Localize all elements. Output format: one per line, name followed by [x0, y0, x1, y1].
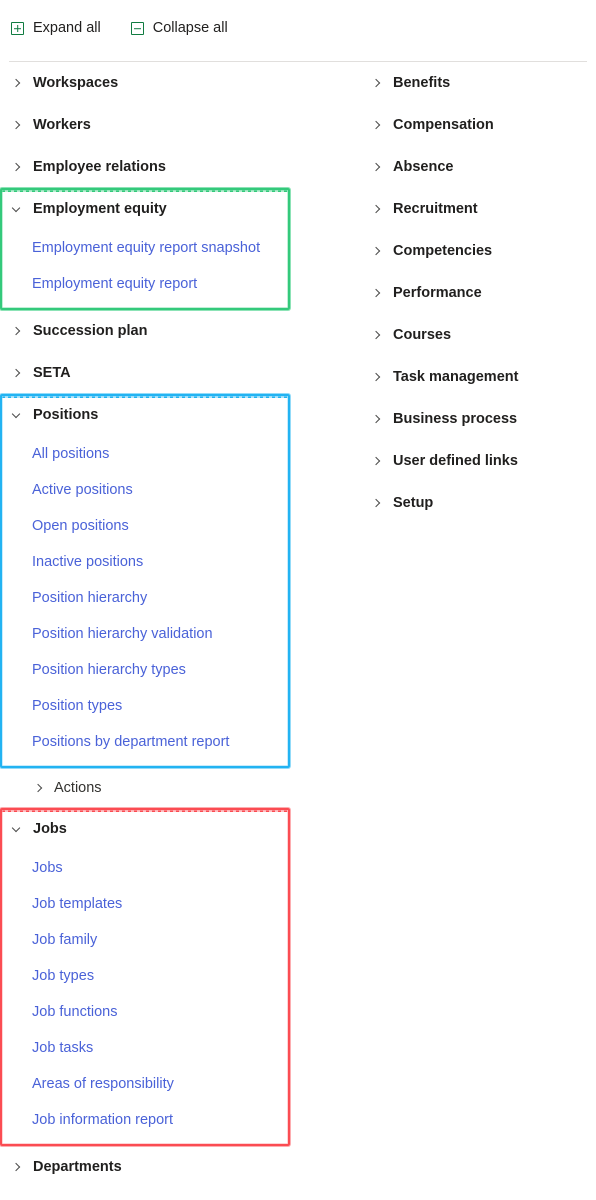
nav-group-label: Actions	[54, 780, 102, 796]
nav-group-label: Positions	[33, 407, 99, 423]
expand-all-label: Expand all	[33, 20, 101, 37]
nav-group-label: Workers	[33, 117, 91, 133]
nav-group-employment-equity[interactable]: Employment equity	[0, 188, 290, 230]
expand-all-plus-box-icon	[11, 22, 24, 35]
nav-group-label: Courses	[393, 327, 452, 343]
nav-link-job-family[interactable]: Job family	[0, 922, 290, 958]
chevron-right-icon	[368, 78, 384, 88]
expand-all-button[interactable]: Expand all	[9, 17, 107, 40]
nav-group-label: Employee relations	[33, 159, 166, 175]
nav-group-recruitment[interactable]: Recruitment	[360, 188, 596, 230]
nav-column-left: Workspaces Workers Employee relations Emplo…	[0, 62, 300, 1188]
nav-link-positions-by-department-report[interactable]: Positions by department report	[0, 724, 290, 760]
nav-group-label: Performance	[393, 285, 482, 301]
nav-link-job-types[interactable]: Job types	[0, 958, 290, 994]
nav-subgroup-actions[interactable]: Actions	[0, 768, 300, 808]
navigation-content: Workspaces Workers Employee relations Emplo…	[0, 62, 596, 1200]
nav-link-open-positions[interactable]: Open positions	[0, 508, 290, 544]
nav-group-label: Departments	[33, 1159, 122, 1175]
chevron-right-icon	[368, 372, 384, 382]
nav-group-performance[interactable]: Performance	[360, 272, 596, 314]
nav-link-position-hierarchy-types[interactable]: Position hierarchy types	[0, 652, 290, 688]
nav-link-job-functions[interactable]: Job functions	[0, 994, 290, 1030]
nav-group-label: Task management	[393, 369, 519, 385]
chevron-right-icon	[8, 1162, 24, 1172]
collapse-all-minus-box-icon	[130, 22, 144, 35]
chevron-down-icon	[8, 409, 24, 418]
nav-group-competencies[interactable]: Competencies	[360, 230, 596, 272]
nav-group-label: Jobs	[33, 821, 67, 837]
nav-link-all-positions[interactable]: All positions	[0, 436, 290, 472]
nav-group-compensation[interactable]: Compensation	[360, 104, 596, 146]
chevron-down-icon	[8, 203, 24, 212]
nav-link-position-hierarchy-validation[interactable]: Position hierarchy validation	[0, 616, 290, 652]
nav-group-label: Business process	[393, 411, 518, 427]
nav-group-label: User defined links	[393, 453, 518, 469]
chevron-right-icon	[8, 78, 24, 88]
highlight-inner: Jobs Jobs Job templates Job family Job types…	[0, 808, 290, 1138]
nav-group-label: Setup	[393, 495, 434, 511]
chevron-right-icon	[368, 498, 384, 508]
nav-link-areas-of-responsibility[interactable]: Areas of responsibility	[0, 1066, 290, 1102]
nav-link-jobs[interactable]: Jobs	[0, 850, 290, 886]
nav-group-courses[interactable]: Courses	[360, 314, 596, 356]
nav-group-workers[interactable]: Workers	[0, 104, 300, 146]
nav-group-workspaces[interactable]: Workspaces	[0, 62, 300, 104]
nav-group-user-defined-links[interactable]: User defined links	[360, 440, 596, 482]
nav-group-seta[interactable]: SETA	[0, 352, 300, 394]
chevron-right-icon	[368, 120, 384, 130]
nav-link-active-positions[interactable]: Active positions	[0, 472, 290, 508]
chevron-right-icon	[8, 326, 24, 336]
chevron-right-icon	[368, 162, 384, 172]
nav-group-positions[interactable]: Positions	[0, 394, 290, 436]
highlight-box-red-jobs: Jobs Jobs Job templates Job family Job types…	[0, 808, 290, 1146]
collapse-all-label: Collapse all	[152, 20, 228, 37]
nav-group-employee-relations[interactable]: Employee relations	[0, 146, 300, 188]
highlight-inner: Employment equity Employment equity repor…	[0, 188, 290, 302]
nav-group-benefits[interactable]: Benefits	[360, 62, 596, 104]
nav-group-label: Competencies	[393, 243, 493, 259]
nav-group-label: Compensation	[393, 117, 494, 133]
highlight-box-blue-positions: Positions All positions Active positions Op…	[0, 394, 290, 768]
chevron-right-icon	[368, 456, 384, 466]
nav-group-succession-plan[interactable]: Succession plan	[0, 310, 300, 352]
nav-group-label: Workspaces	[33, 75, 119, 91]
nav-link-position-types[interactable]: Position types	[0, 688, 290, 724]
collapse-all-button[interactable]: Collapse all	[129, 17, 234, 40]
nav-group-task-management[interactable]: Task management	[360, 356, 596, 398]
chevron-right-icon	[368, 414, 384, 424]
nav-group-label: Absence	[393, 159, 454, 175]
nav-group-departments[interactable]: Departments	[0, 1146, 300, 1188]
nav-link-job-tasks[interactable]: Job tasks	[0, 1030, 290, 1066]
module-toolbar: Expand all Collapse all	[0, 0, 596, 57]
chevron-right-icon	[8, 162, 24, 172]
chevron-right-icon	[30, 783, 46, 793]
nav-group-label: Recruitment	[393, 201, 478, 217]
nav-column-right: Benefits Compensation Absence Recruitment Co…	[360, 62, 596, 524]
chevron-right-icon	[368, 204, 384, 214]
nav-link-job-templates[interactable]: Job templates	[0, 886, 290, 922]
chevron-right-icon	[368, 246, 384, 256]
highlight-inner: Positions All positions Active positions Op…	[0, 394, 290, 760]
nav-link-inactive-positions[interactable]: Inactive positions	[0, 544, 290, 580]
nav-group-absence[interactable]: Absence	[360, 146, 596, 188]
nav-link-employment-equity-report-snapshot[interactable]: Employment equity report snapshot	[0, 230, 290, 266]
nav-group-jobs[interactable]: Jobs	[0, 808, 290, 850]
nav-link-employment-equity-report[interactable]: Employment equity report	[0, 266, 290, 302]
nav-group-business-process[interactable]: Business process	[360, 398, 596, 440]
nav-group-label: Benefits	[393, 75, 451, 91]
nav-link-job-information-report[interactable]: Job information report	[0, 1102, 290, 1138]
chevron-down-icon	[8, 823, 24, 832]
nav-group-label: Succession plan	[33, 323, 148, 339]
chevron-right-icon	[368, 330, 384, 340]
nav-group-label: SETA	[33, 365, 71, 381]
highlight-box-green-employment-equity: Employment equity Employment equity repor…	[0, 188, 290, 310]
nav-group-label: Employment equity	[33, 201, 167, 217]
chevron-right-icon	[8, 120, 24, 130]
nav-group-setup[interactable]: Setup	[360, 482, 596, 524]
chevron-right-icon	[8, 368, 24, 378]
chevron-right-icon	[368, 288, 384, 298]
nav-link-position-hierarchy[interactable]: Position hierarchy	[0, 580, 290, 616]
